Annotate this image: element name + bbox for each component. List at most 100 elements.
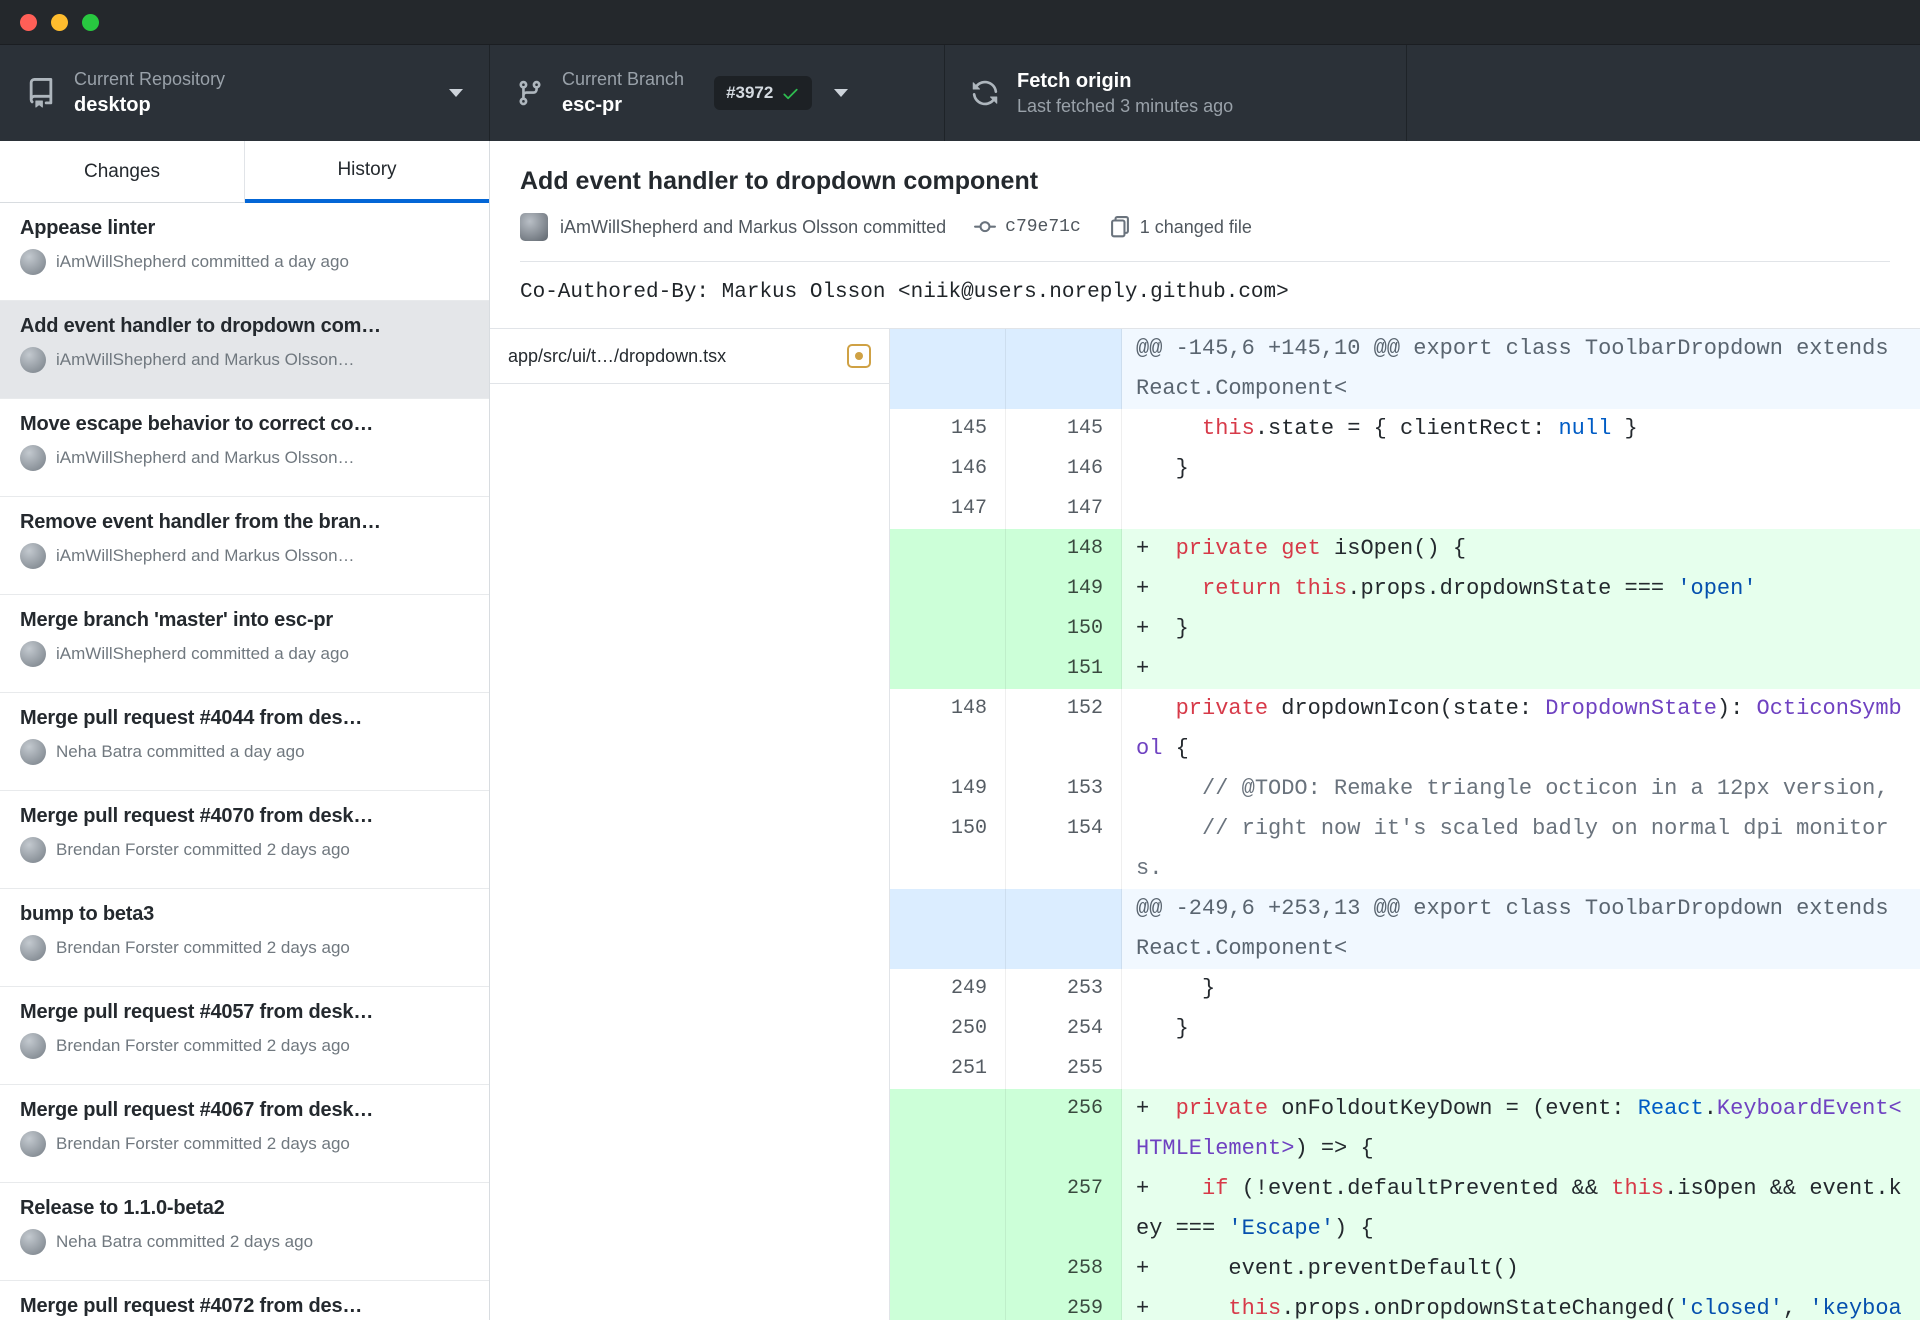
- commit-item-byline: iAmWillShepherd committed a day ago: [56, 644, 349, 663]
- diff-old-line-number: 251: [890, 1049, 1006, 1089]
- sidebar-tabs: Changes History: [0, 141, 489, 203]
- tab-changes[interactable]: Changes: [0, 141, 245, 203]
- commit-item-meta: Brendan Forster committed 2 days ago: [20, 935, 469, 961]
- commit-item-meta: Neha Batra committed 2 days ago: [20, 1229, 469, 1255]
- commit-item-byline: Brendan Forster committed 2 days ago: [56, 840, 350, 859]
- diff-row-context: 149 153 // @TODO: Remake triangle octicon…: [890, 769, 1920, 809]
- commit-list-item[interactable]: Release to 1.1.0-beta2 Neha Batra committ…: [0, 1183, 489, 1281]
- current-branch-button[interactable]: Current Branch esc-pr #3972: [490, 45, 945, 141]
- current-branch-value: esc-pr: [562, 94, 623, 117]
- file-list-item[interactable]: app/src/ui/t…/dropdown.tsx: [490, 329, 889, 384]
- git-branch-icon: [516, 79, 544, 107]
- commit-list-item[interactable]: Merge pull request #4070 from desk… Brend…: [0, 791, 489, 889]
- commit-item-title: bump to beta3: [20, 903, 155, 925]
- commit-item-title: Merge pull request #4072 from des…: [20, 1295, 363, 1317]
- commit-item-byline: Neha Batra committed a day ago: [56, 742, 305, 761]
- window-minimize-button[interactable]: [51, 13, 68, 31]
- diff-old-line-number: [890, 569, 1006, 609]
- diff-row-context: 251 255: [890, 1049, 1920, 1089]
- chevron-down-icon: [449, 89, 463, 97]
- commit-item-byline: iAmWillShepherd and Markus Olsson…: [56, 350, 355, 369]
- diff-old-line-number: [890, 329, 1006, 409]
- diff-new-line-number: 152: [1006, 689, 1122, 769]
- diff-new-line-number: 146: [1006, 449, 1122, 489]
- commit-list-item[interactable]: Add event handler to dropdown com… iAmWil…: [0, 301, 489, 399]
- diff-new-line-number: 255: [1006, 1049, 1122, 1089]
- diff-new-line-number: 258: [1006, 1249, 1122, 1289]
- diff-new-line-number: 150: [1006, 609, 1122, 649]
- avatar: [20, 641, 46, 667]
- diff-new-line-number: 154: [1006, 809, 1122, 889]
- diff-code-line: @@ -249,6 +253,13 @@ export class Toolba…: [1122, 889, 1920, 969]
- diff-code-line: + event.preventDefault(): [1122, 1249, 1920, 1289]
- diff-old-line-number: [890, 889, 1006, 969]
- commit-item-byline: iAmWillShepherd committed a day ago: [56, 252, 349, 271]
- sync-icon: [971, 79, 999, 107]
- commit-list-item[interactable]: Merge pull request #4067 from desk… Brend…: [0, 1085, 489, 1183]
- avatar: [20, 739, 46, 765]
- diff-code-line: + }: [1122, 609, 1920, 649]
- window-zoom-button[interactable]: [82, 13, 99, 31]
- diff-new-line-number: 259: [1006, 1289, 1122, 1320]
- main-panel: Add event handler to dropdown component …: [490, 141, 1920, 1320]
- diff-old-line-number: [890, 1169, 1006, 1249]
- diff-row-context: 250 254 }: [890, 1009, 1920, 1049]
- commit-list-item[interactable]: Merge pull request #4072 from des…: [0, 1281, 489, 1320]
- commit-item-meta: Brendan Forster committed 2 days ago: [20, 1131, 469, 1157]
- diff-row-context: 148 152 private dropdownIcon(state: Dropd…: [890, 689, 1920, 769]
- diff-code-line: // @TODO: Remake triangle octicon in a 1…: [1122, 769, 1920, 809]
- diff-old-line-number: [890, 1089, 1006, 1169]
- commit-meta: iAmWillShepherd and Markus Olsson commit…: [520, 213, 1890, 241]
- diff-row-context: 249 253 }: [890, 969, 1920, 1009]
- commit-item-title: Appease linter: [20, 217, 156, 239]
- changed-files-icon: [1109, 216, 1131, 238]
- commit-item-meta: iAmWillShepherd and Markus Olsson…: [20, 445, 469, 471]
- window-close-button[interactable]: [20, 13, 37, 31]
- diff-old-line-number: [890, 529, 1006, 569]
- current-branch-label: Current Branch: [562, 68, 685, 89]
- git-commit-icon: [974, 216, 997, 238]
- fetch-status: Last fetched 3 minutes ago: [1017, 95, 1234, 116]
- commit-item-title: Merge branch 'master' into esc-pr: [20, 609, 333, 631]
- commit-summary: Add event handler to dropdown component …: [490, 141, 1920, 329]
- commit-list-item[interactable]: Merge pull request #4044 from des… Neha B…: [0, 693, 489, 791]
- diff-new-line-number: [1006, 889, 1122, 969]
- diff-row-added: 257 + if (!event.defaultPrevented && this…: [890, 1169, 1920, 1249]
- current-repository-button[interactable]: Current Repository desktop: [0, 45, 490, 141]
- diff-new-line-number: 153: [1006, 769, 1122, 809]
- diff-code-line: @@ -145,6 +145,10 @@ export class Toolba…: [1122, 329, 1920, 409]
- diff-old-line-number: 146: [890, 449, 1006, 489]
- commit-item-byline: iAmWillShepherd and Markus Olsson…: [56, 546, 355, 565]
- diff-old-line-number: [890, 1289, 1006, 1320]
- commit-list-item[interactable]: Remove event handler from the bran… iAmWi…: [0, 497, 489, 595]
- diff-row-hunk: @@ -145,6 +145,10 @@ export class Toolba…: [890, 329, 1920, 409]
- commit-list-item[interactable]: Merge pull request #4057 from desk… Brend…: [0, 987, 489, 1085]
- pr-status-badge[interactable]: #3972: [714, 76, 813, 110]
- changed-files-count: 1 changed file: [1139, 216, 1252, 237]
- commit-sha: c79e71c: [1005, 217, 1081, 237]
- fetch-origin-button[interactable]: Fetch origin Last fetched 3 minutes ago: [945, 45, 1407, 141]
- tab-history[interactable]: History: [245, 141, 489, 203]
- diff-old-line-number: [890, 649, 1006, 689]
- commit-list-item[interactable]: Appease linter iAmWillShepherd committed …: [0, 203, 489, 301]
- diff-new-line-number: 147: [1006, 489, 1122, 529]
- commit-item-title: Move escape behavior to correct co…: [20, 413, 374, 435]
- chevron-down-icon: [834, 89, 849, 97]
- diff-code-line: [1122, 489, 1920, 529]
- commit-item-title: Merge pull request #4067 from desk…: [20, 1099, 374, 1121]
- commit-list-item[interactable]: Merge branch 'master' into esc-pr iAmWill…: [0, 595, 489, 693]
- pr-number: #3972: [726, 83, 774, 102]
- sidebar: Changes History Appease linter iAmWillShe…: [0, 141, 490, 1320]
- commit-list-item[interactable]: bump to beta3 Brendan Forster committed 2…: [0, 889, 489, 987]
- current-repository-value: desktop: [74, 94, 151, 117]
- commit-item-meta: iAmWillShepherd committed a day ago: [20, 249, 469, 275]
- avatar: [20, 1033, 46, 1059]
- diff-old-line-number: 150: [890, 809, 1006, 889]
- commit-item-byline: iAmWillShepherd and Markus Olsson…: [56, 448, 355, 467]
- avatar: [20, 837, 46, 863]
- commit-list-item[interactable]: Move escape behavior to correct co… iAmWi…: [0, 399, 489, 497]
- commit-item-title: Release to 1.1.0-beta2: [20, 1197, 225, 1219]
- diff-code-line: this.state = { clientRect: null }: [1122, 409, 1920, 449]
- repo-icon: [26, 78, 56, 108]
- diff-row-added: 148 + private get isOpen() {: [890, 529, 1920, 569]
